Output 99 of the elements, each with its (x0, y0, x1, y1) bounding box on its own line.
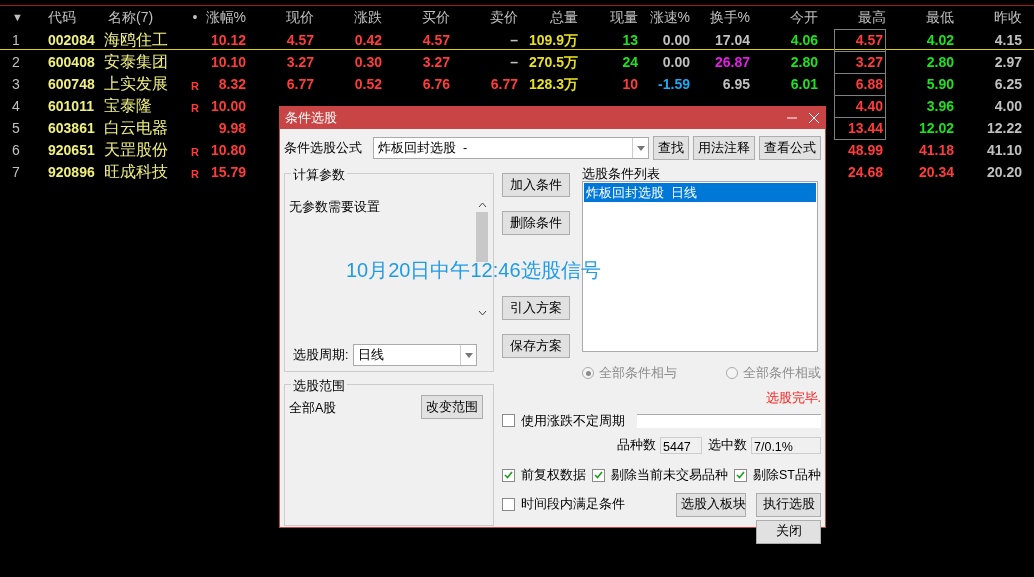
table-cell-text: – (510, 30, 518, 50)
table-cell-text: 128.3万 (528, 74, 578, 94)
stock-code: 600408 (47, 52, 96, 72)
table-cell-text: 0.52 (354, 74, 382, 94)
table-cell-text: 109.9万 (528, 30, 578, 50)
table-cell-text: 24 (622, 52, 638, 72)
checkbox-label: 前复权数据 (521, 467, 586, 484)
table-cell: 3.27 (834, 50, 886, 74)
table-cell: 4.57 (834, 28, 886, 52)
range-text: 全部A股 (289, 400, 337, 417)
table-cell-text: 0.30 (354, 52, 382, 72)
stock-name: 上实发展 (103, 74, 169, 94)
checkbox-label: 使用涨跌不定周期 (521, 412, 626, 430)
checkbox-label: 时间段内满足条件 (521, 496, 626, 514)
table-cell-text: 26.87 (714, 52, 750, 72)
table-cell-text: 2.97 (994, 52, 1022, 72)
status-text: 选股完毕. (765, 389, 821, 407)
table-cell: 4.40 (834, 94, 886, 118)
table-cell: 6.88 (834, 72, 886, 96)
count-label: 选中数 (708, 437, 747, 455)
table-cell-text: 5.90 (926, 74, 954, 94)
flag-label: R (191, 144, 199, 160)
table-cell-text: 4.15 (994, 30, 1022, 50)
table-cell-text: 10.00 (210, 96, 246, 116)
table-cell-text: – (510, 52, 518, 72)
table-cell: 13.44 (834, 116, 886, 140)
table-cell-text: 4.57 (422, 30, 450, 50)
row-number: 5 (11, 118, 21, 138)
table-cell-text: 0.00 (662, 30, 690, 50)
table-cell-text: 3.27 (422, 52, 450, 72)
table-cell-text: 41.10 (986, 140, 1022, 160)
table-cell-text: 3.96 (926, 96, 954, 116)
radio-label: 全部条件相与 (599, 365, 677, 382)
stock-code: 601011 (47, 96, 95, 116)
stock-name: 旺成科技 (103, 162, 169, 182)
table-cell-text: 6.95 (722, 74, 750, 94)
table-cell-text: 4.00 (994, 96, 1022, 116)
stock-code: 603861 (47, 118, 96, 138)
table-cell-text: 13 (622, 30, 638, 50)
table-cell-text: -1.59 (658, 74, 690, 94)
table-cell-text: 24.68 (846, 162, 884, 182)
stock-name: 海鸥住工 (103, 30, 169, 50)
flag-label: R (191, 78, 199, 94)
table-cell-text: 12.02 (918, 118, 954, 138)
field-label: 选股周期: (292, 346, 350, 364)
list-label: 选股条件列表 (582, 166, 661, 181)
table-cell-text: 6.76 (422, 74, 450, 94)
table-cell-text: 41.18 (918, 140, 954, 160)
table-cell-text: 15.79 (210, 162, 246, 182)
table-cell-text: 2.80 (926, 52, 954, 72)
count-value: 7/0.1% (751, 437, 821, 455)
stock-code: 600748 (47, 74, 96, 94)
row-number: 7 (11, 162, 21, 182)
stock-code: 002084 (47, 30, 96, 50)
table-cell-text: 10.12 (210, 30, 246, 50)
table-cell-text: 17.04 (714, 30, 750, 50)
table-cell-text: 270.5万 (528, 52, 578, 72)
table-cell-text: 4.02 (926, 30, 954, 50)
table-cell-text: 4.57 (286, 30, 314, 50)
stock-code: 920651 (47, 140, 96, 160)
row-number: 1 (11, 30, 21, 50)
table-cell-text: 10.80 (210, 140, 246, 160)
table-cell-text: 0.00 (662, 52, 690, 72)
row-number: 4 (11, 96, 21, 116)
row-number: 3 (11, 74, 21, 94)
table-cell-text: 6.77 (286, 74, 314, 94)
table-cell-text: 20.34 (918, 162, 954, 182)
table-cell-text: 0.42 (354, 30, 382, 50)
checkbox-label: 剔除ST品种 (753, 467, 821, 484)
field-label: 条件选股公式 (284, 139, 363, 157)
table-cell-text: 10 (622, 74, 638, 94)
stock-name: 宝泰隆 (103, 96, 153, 116)
stock-code: 920896 (47, 162, 96, 182)
row-number: 2 (11, 52, 21, 72)
table-cell-text: 48.99 (846, 140, 884, 160)
stock-name: 安泰集团 (103, 52, 169, 72)
table-cell-text: 9.98 (218, 118, 246, 138)
stock-name: 白云电器 (103, 118, 169, 138)
annotation-text: 10月20日中午12:46选股信号 (346, 258, 601, 283)
count-label: 品种数 (617, 437, 656, 455)
count-value: 5447 (660, 437, 702, 455)
params-message: 无参数需要设置 (289, 199, 380, 216)
flag-label: R (191, 166, 199, 182)
checkbox-label: 剔除当前未交易品种 (611, 467, 728, 484)
window-title: 条件选股 (285, 109, 337, 128)
table-cell-text: 8.32 (218, 74, 246, 94)
table-cell-text: 6.77 (490, 74, 518, 94)
radio-label: 全部条件相或 (743, 365, 821, 382)
table-cell-text: 2.80 (790, 52, 818, 72)
table-cell-text: 6.01 (790, 74, 818, 94)
row-number: 6 (11, 140, 21, 160)
table-cell-text: 10.10 (210, 52, 246, 72)
table-cell-text: 12.22 (986, 118, 1022, 138)
flag-label: R (191, 100, 199, 116)
table-cell-text: 4.06 (790, 30, 818, 50)
table-cell-text: 20.20 (986, 162, 1022, 182)
table-cell-text: 3.27 (286, 52, 314, 72)
stock-name: 天罡股份 (103, 140, 169, 160)
table-cell-text: 6.25 (994, 74, 1022, 94)
